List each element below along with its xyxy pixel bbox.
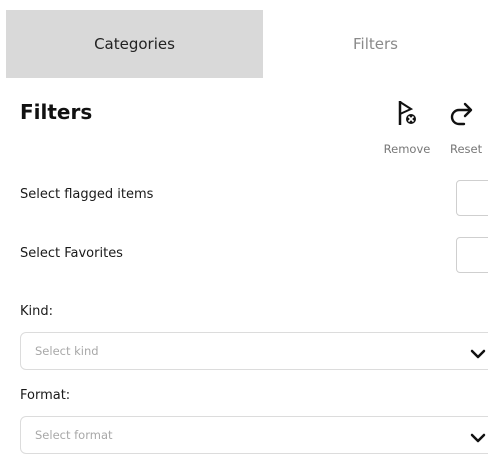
favorites-checkbox[interactable]	[456, 237, 488, 273]
page-title: Filters	[20, 100, 93, 124]
remove-button[interactable]: Remove	[380, 100, 434, 156]
reset-arrow-icon	[450, 100, 478, 126]
kind-label: Kind:	[20, 304, 54, 319]
format-select[interactable]: Select format	[20, 416, 488, 454]
chevron-down-icon	[470, 345, 486, 364]
chevron-down-icon	[470, 429, 486, 448]
flag-remove-icon	[396, 100, 418, 126]
favorites-label: Select Favorites	[20, 246, 123, 261]
flagged-items-checkbox[interactable]	[456, 180, 488, 216]
reset-button[interactable]: Reset	[450, 100, 488, 156]
tab-bar: Categories Filters	[6, 10, 488, 78]
tab-filters[interactable]: Filters	[263, 10, 488, 78]
tab-categories[interactable]: Categories	[6, 10, 263, 78]
flagged-items-label: Select flagged items	[20, 187, 154, 202]
format-placeholder: Select format	[35, 428, 113, 442]
kind-placeholder: Select kind	[35, 344, 99, 358]
tab-filters-label: Filters	[353, 35, 398, 53]
format-label: Format:	[20, 388, 71, 403]
kind-select[interactable]: Select kind	[20, 332, 488, 370]
reset-label: Reset	[450, 142, 483, 156]
tab-categories-label: Categories	[94, 35, 175, 53]
remove-label: Remove	[383, 142, 431, 156]
